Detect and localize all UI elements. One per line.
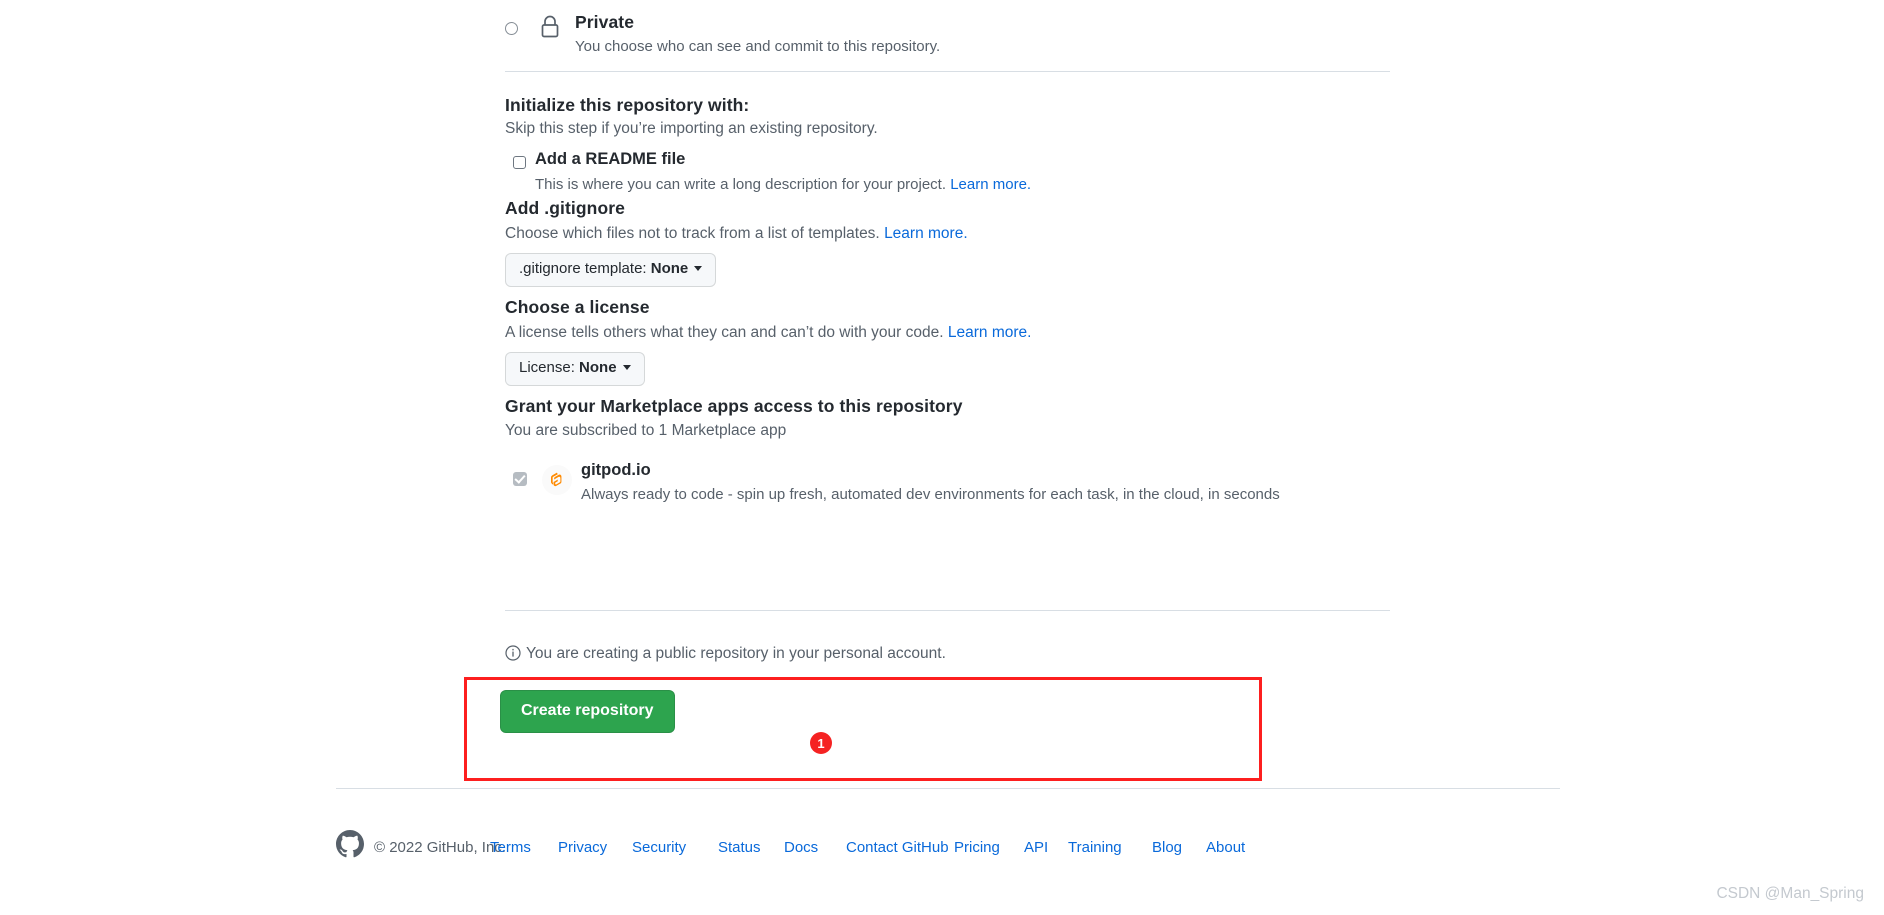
readme-label: Add a README file [535, 150, 686, 168]
license-learn-more-link[interactable]: Learn more. [948, 324, 1032, 341]
repository-notice-text: You are creating a public repository in … [526, 645, 946, 662]
create-repository-button[interactable]: Create repository [500, 690, 675, 733]
readme-checkbox[interactable] [513, 156, 526, 169]
gitpod-app-checkbox [513, 472, 527, 486]
initialize-subtitle: Skip this step if you’re importing an ex… [505, 120, 878, 137]
lock-icon [538, 14, 562, 40]
license-description-text: A license tells others what they can and… [505, 324, 944, 341]
license-dropdown-value: None [579, 359, 617, 376]
footer-links: Terms Privacy Security Status Docs Contact Gi… [336, 839, 1536, 859]
chevron-down-icon [694, 266, 703, 271]
divider-before-notice [505, 610, 1390, 611]
private-label: Private [575, 12, 635, 32]
footer-link-blog[interactable]: Blog [1152, 839, 1182, 856]
gitignore-description: Choose which files not to track from a l… [505, 225, 968, 243]
marketplace-app-row[interactable]: gitpod.io Always ready to code - spin up… [505, 455, 1390, 511]
gitignore-learn-more-link[interactable]: Learn more. [884, 225, 968, 242]
footer-link-contact-github[interactable]: Contact GitHub [846, 839, 949, 856]
gitignore-template-dropdown[interactable]: .gitignore template: None [505, 253, 717, 287]
repository-form: Private You choose who can see and commi… [505, 0, 1390, 662]
marketplace-title: Grant your Marketplace apps access to th… [505, 396, 963, 416]
license-title: Choose a license [505, 297, 650, 317]
gitignore-dropdown-value: None [650, 260, 689, 277]
annotation-step-badge: 1 [810, 732, 832, 754]
license-description: A license tells others what they can and… [505, 324, 1031, 342]
initialize-title: Initialize this repository with: [505, 95, 750, 115]
readme-description: This is where you can write a long descr… [535, 176, 1031, 193]
footer-link-privacy[interactable]: Privacy [558, 839, 607, 856]
footer-link-about[interactable]: About [1206, 839, 1245, 856]
gitignore-dropdown-prefix: .gitignore template: [519, 260, 651, 277]
gitpod-logo-icon [542, 465, 572, 495]
footer-link-docs[interactable]: Docs [784, 839, 818, 856]
gitignore-title: Add .gitignore [505, 198, 625, 218]
divider-visibility [505, 71, 1390, 72]
footer-link-security[interactable]: Security [632, 839, 686, 856]
gitpod-app-name: gitpod.io [581, 461, 651, 479]
csdn-watermark: CSDN @Man_Spring [1716, 885, 1864, 902]
private-radio[interactable] [505, 22, 518, 35]
info-icon [505, 645, 521, 666]
visibility-option-private[interactable]: Private You choose who can see and commi… [505, 0, 1390, 62]
footer-link-status[interactable]: Status [718, 839, 761, 856]
gitpod-app-description: Always ready to code - spin up fresh, au… [581, 486, 1280, 503]
gitignore-description-text: Choose which files not to track from a l… [505, 225, 880, 242]
footer-link-pricing[interactable]: Pricing [954, 839, 1000, 856]
license-dropdown-prefix: License: [519, 359, 580, 376]
submit-area: Create repository [500, 690, 675, 733]
private-description: You choose who can see and commit to thi… [575, 38, 941, 55]
readme-learn-more-link[interactable]: Learn more. [950, 176, 1031, 193]
create-repository-page: Private You choose who can see and commi… [0, 0, 1884, 915]
marketplace-subtitle: You are subscribed to 1 Marketplace app [505, 422, 787, 439]
footer-link-terms[interactable]: Terms [490, 839, 531, 856]
license-dropdown[interactable]: License: None [505, 352, 645, 386]
footer-link-training[interactable]: Training [1068, 839, 1122, 856]
readme-description-text: This is where you can write a long descr… [535, 176, 947, 193]
readme-option[interactable]: Add a README file This is where you can … [505, 150, 1390, 203]
footer-divider [336, 788, 1560, 789]
chevron-down-icon [622, 365, 631, 370]
footer-link-api[interactable]: API [1024, 839, 1048, 856]
page-footer: © 2022 GitHub, Inc. Terms Privacy Security… [336, 830, 1536, 870]
repository-notice: You are creating a public repository in … [505, 645, 1390, 666]
